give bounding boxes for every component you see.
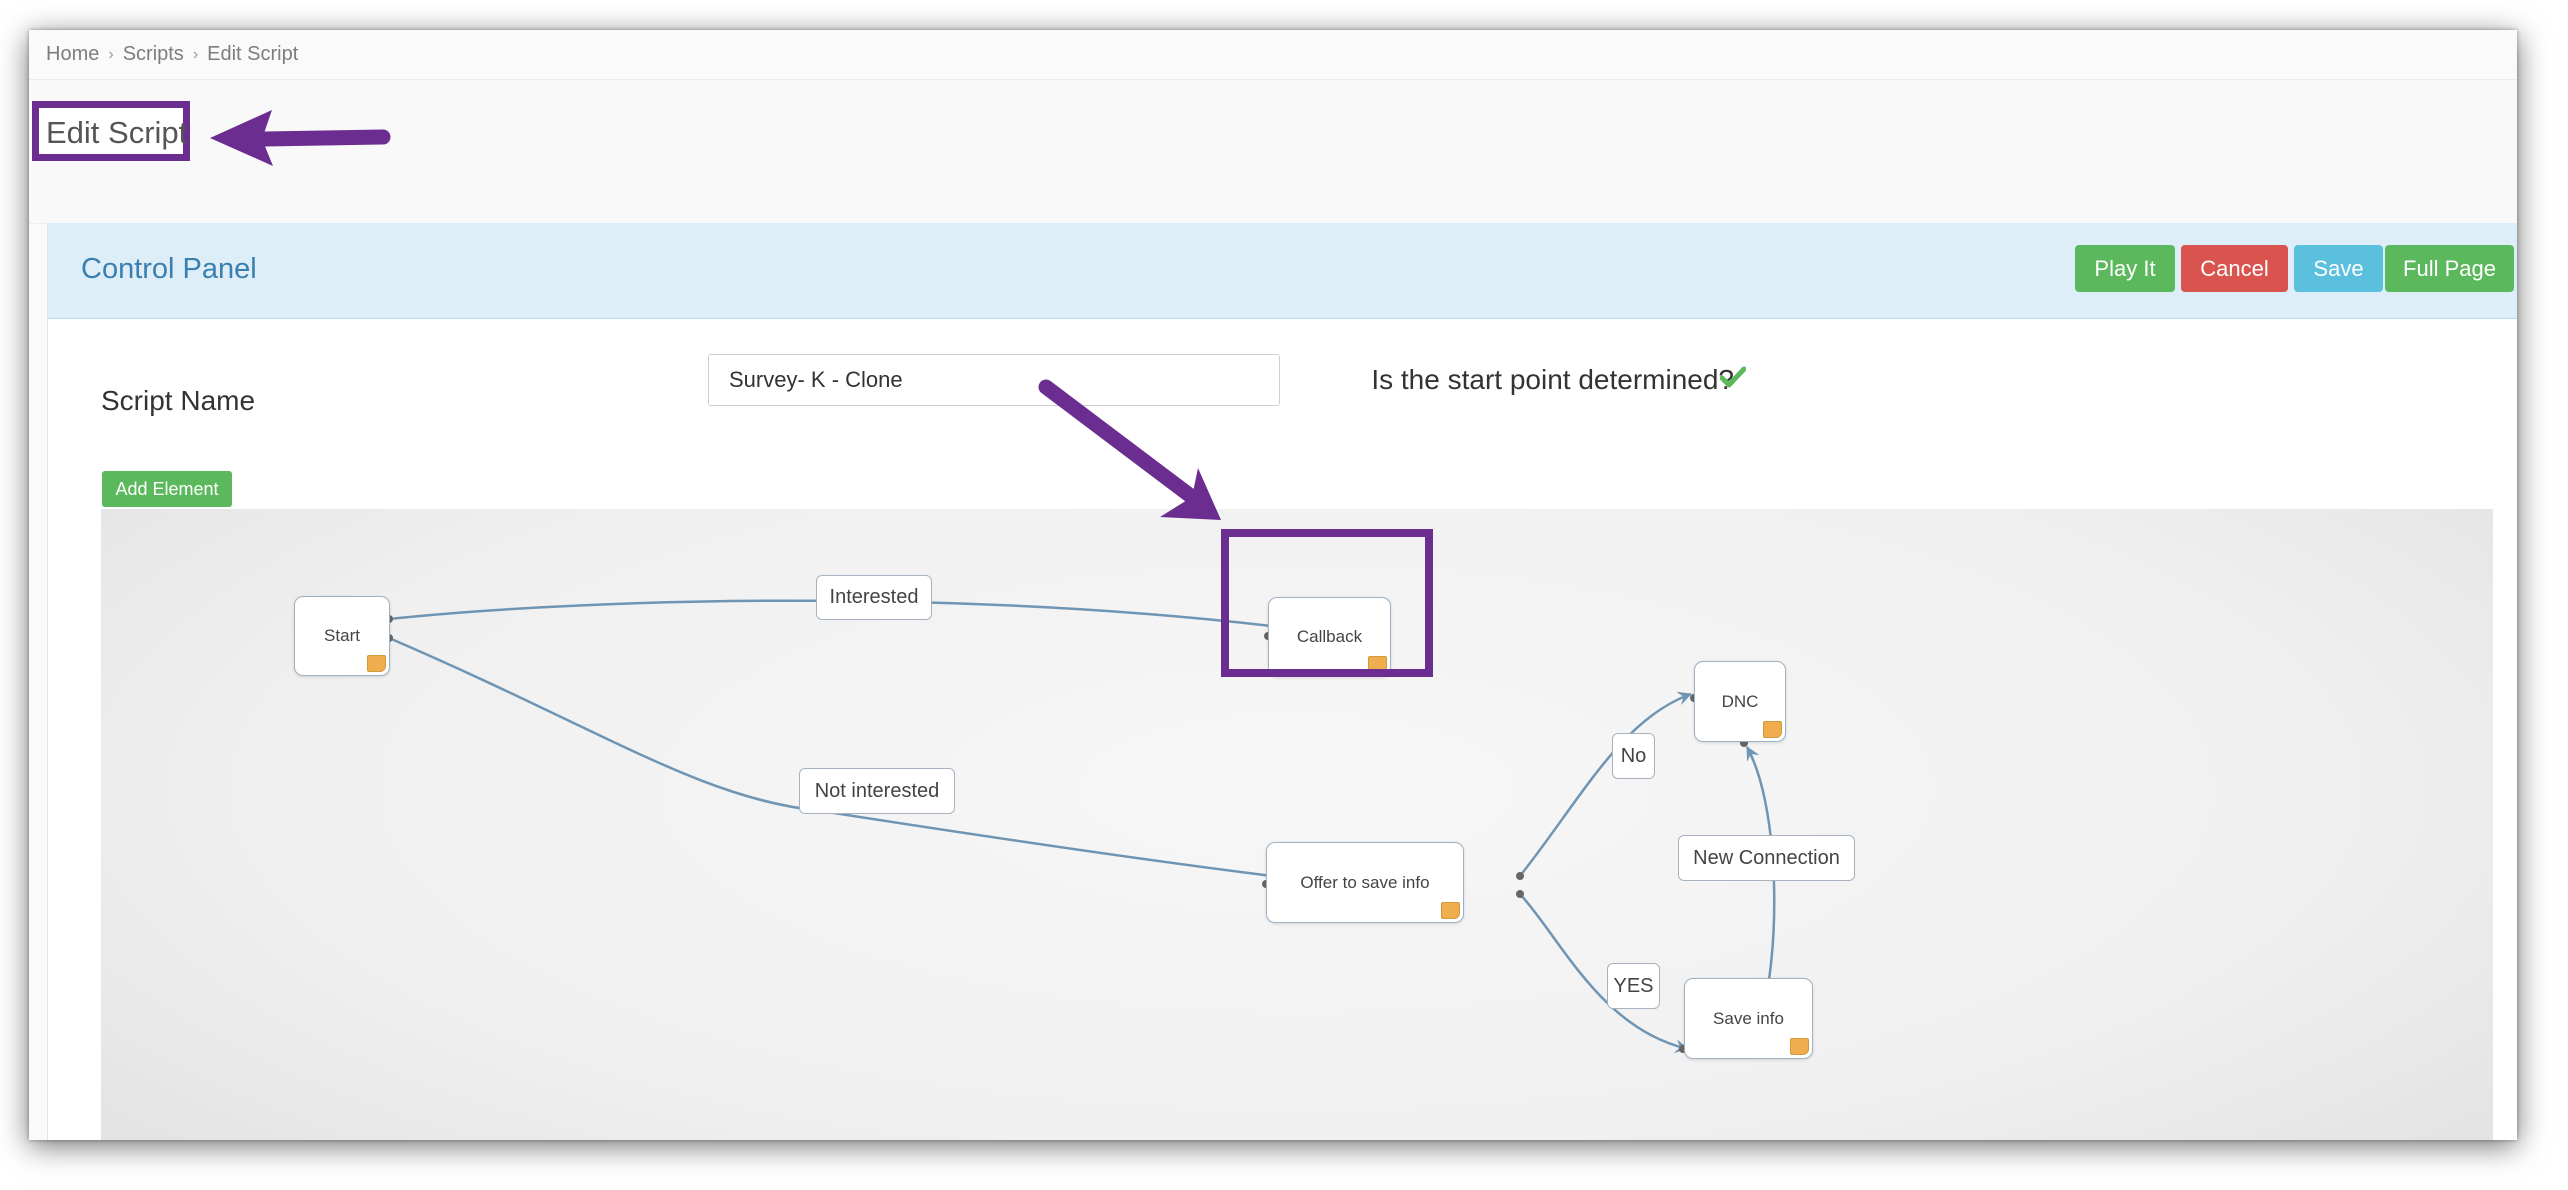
save-button[interactable]: Save [2294,245,2383,292]
edge-label-not-interested[interactable]: Not interested [799,768,955,814]
note-icon[interactable] [1763,721,1782,738]
script-name-label: Script Name [101,385,256,416]
cancel-button[interactable]: Cancel [2181,245,2288,292]
node-label: Save info [1713,1008,1784,1028]
note-icon[interactable] [367,655,386,672]
edge-label-yes[interactable]: YES [1607,963,1660,1009]
note-icon[interactable] [1790,1038,1809,1055]
node-label: DNC [1721,691,1759,711]
edge-label-no[interactable]: No [1612,733,1655,779]
page-title: Edit Script [46,115,188,150]
start-point-question: Is the start point determined? [1371,364,1734,395]
check-icon [1719,366,1747,393]
page-header [29,80,2517,224]
edge-start-offer [388,636,1342,890]
script-name-input[interactable] [708,354,1280,406]
node-label: Offer to save info [1300,872,1430,892]
edge-label-new-connection[interactable]: New Connection [1678,835,1855,881]
breadcrumb-separator: › [192,45,199,63]
note-icon[interactable] [1441,902,1460,919]
node-save-info[interactable]: Save info [1684,978,1813,1059]
node-label: Callback [1296,627,1363,646]
node-dnc[interactable]: DNC [1694,661,1786,742]
edge-offer-save [1519,893,1689,1053]
control-panel-title: Control Panel [81,253,257,285]
breadcrumb-scripts[interactable]: Scripts [123,43,184,66]
control-panel: Control Panel Play It Cancel Save Full P… [47,223,2517,1140]
node-label: Start [324,626,360,645]
add-element-button[interactable]: Add Element [102,471,232,507]
app-window: Home › Scripts › Edit Script Edit Script… [29,30,2517,1140]
edge-offer-dnc [1519,691,1692,877]
control-panel-heading: Control Panel Play It Cancel Save Full P… [48,223,2517,319]
breadcrumb-separator: › [108,45,114,63]
flow-canvas[interactable]: Start Callback DNC Offer to save info Sa… [101,509,2493,1140]
note-icon[interactable] [1368,656,1387,673]
breadcrumb-home[interactable]: Home [46,43,99,66]
full-page-button[interactable]: Full Page [2385,245,2514,292]
breadcrumb: Home › Scripts › Edit Script [29,30,2517,80]
node-callback[interactable]: Callback [1268,597,1391,677]
node-offer-to-save-info[interactable]: Offer to save info [1266,842,1464,923]
node-start[interactable]: Start [294,596,390,676]
edge-label-interested[interactable]: Interested [816,575,932,620]
play-it-button[interactable]: Play It [2075,245,2175,292]
breadcrumb-current: Edit Script [207,43,299,65]
